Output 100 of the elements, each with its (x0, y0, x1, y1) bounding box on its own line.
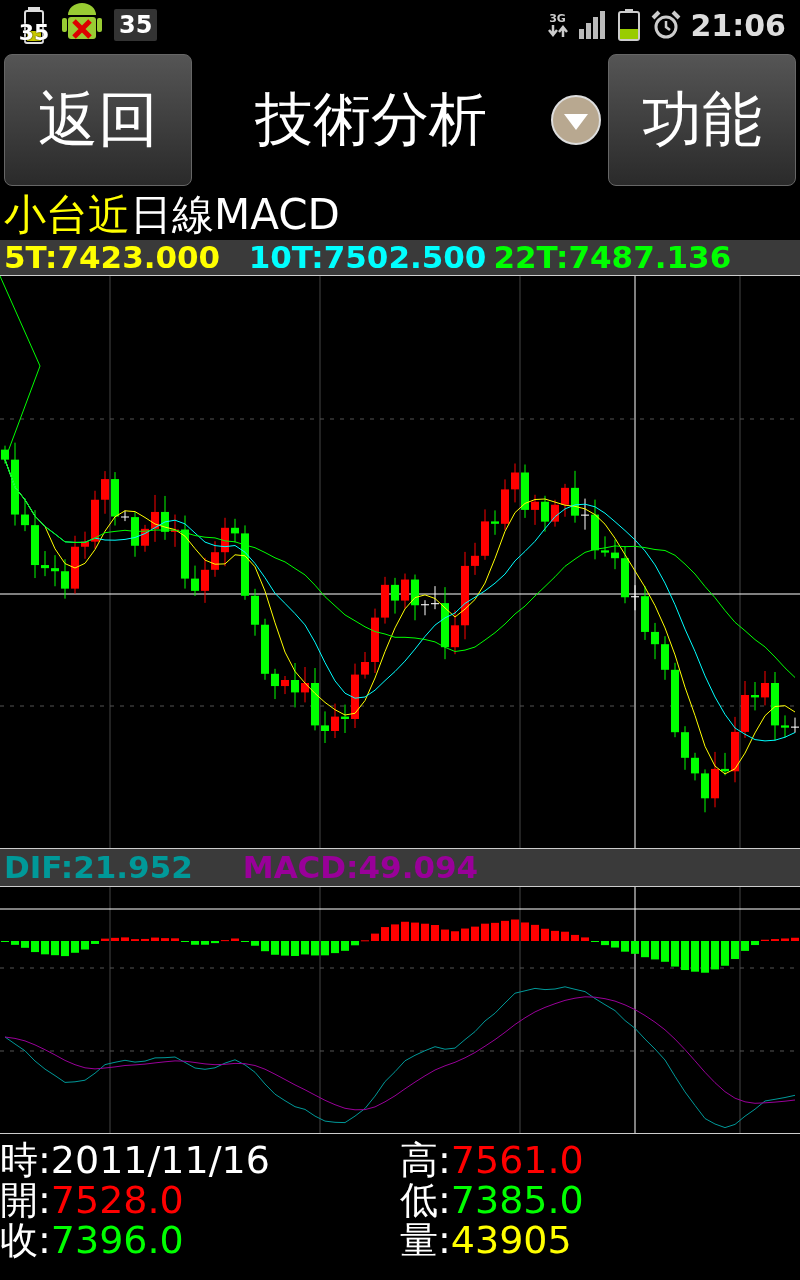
candlestick (161, 495, 169, 541)
candlestick (301, 666, 309, 703)
back-button[interactable]: 返回 (4, 54, 192, 186)
histogram-bar (381, 927, 389, 941)
candlestick (71, 535, 79, 595)
histogram-bar (31, 941, 39, 953)
candlestick (291, 662, 299, 708)
candlestick (121, 510, 129, 522)
histogram-bar (571, 934, 579, 941)
quote-field-value: 7528.0 (50, 1180, 184, 1220)
candlestick (201, 557, 209, 604)
candlestick (521, 464, 529, 519)
histogram-bar (201, 941, 209, 945)
histogram-bar (451, 931, 459, 941)
moving-average-value: 5T:7423.000 (4, 242, 221, 273)
histogram-bar (741, 941, 749, 951)
candlestick (751, 681, 759, 711)
histogram-bar (621, 941, 629, 952)
candlestick (251, 588, 259, 637)
candlestick (491, 509, 499, 536)
histogram-bar (71, 941, 79, 953)
histogram-bar (661, 941, 669, 962)
histogram-bar (781, 938, 789, 941)
candlestick (231, 518, 239, 543)
candlestick (171, 514, 179, 548)
candlestick (31, 509, 39, 579)
candlestick (111, 471, 119, 526)
candlestick (661, 635, 669, 681)
candlestick (551, 499, 559, 528)
quote-field-label: 量: (400, 1220, 451, 1260)
function-button[interactable]: 功能 (608, 54, 796, 186)
histogram-bar (261, 941, 269, 952)
data-arrows-icon (546, 25, 569, 37)
histogram-bar (41, 941, 49, 955)
dropdown-icon[interactable] (550, 94, 602, 146)
quote-field-value: 2011/11/16 (50, 1140, 270, 1180)
histogram-bar (51, 941, 59, 956)
candlestick (731, 716, 739, 783)
candlestick (581, 498, 589, 531)
histogram-bar (11, 941, 19, 945)
network-type-text: 3G (549, 13, 566, 25)
histogram-bar (651, 941, 659, 960)
candlestick (531, 494, 539, 526)
quote-field-value: 7396.0 (50, 1220, 184, 1260)
histogram-bar (561, 931, 569, 941)
candlestick (221, 517, 229, 567)
histogram-bar (681, 941, 689, 971)
histogram-bar (491, 922, 499, 941)
candlestick (191, 565, 199, 597)
candlestick (591, 499, 599, 560)
candlestick (561, 483, 569, 518)
histogram-bar (581, 937, 589, 941)
histogram-bar (691, 941, 699, 972)
histogram-bar (171, 938, 179, 941)
candlestick (1, 445, 9, 465)
candlestick (321, 710, 329, 744)
signal-strength-icon (578, 11, 607, 39)
histogram-bar (111, 937, 119, 941)
candlestick (621, 545, 629, 604)
histogram-bar (441, 929, 449, 941)
candlestick (351, 663, 359, 729)
histogram-bar (281, 941, 289, 956)
candlestick (481, 508, 489, 561)
candlestick (691, 752, 699, 781)
histogram-bar (81, 941, 89, 950)
candlestick (141, 524, 149, 553)
histogram-bar (231, 938, 239, 941)
histogram-bar (101, 938, 109, 941)
candlestick (51, 554, 59, 587)
histogram-bar (341, 941, 349, 951)
candlestick (371, 608, 379, 674)
histogram-bar (791, 937, 799, 941)
quote-field-value: 43905 (450, 1220, 572, 1260)
candlestick (651, 622, 659, 660)
candlestick (271, 668, 279, 700)
candlestick (501, 478, 509, 531)
histogram-bar (351, 941, 359, 946)
quote-field-label: 時: (0, 1140, 51, 1180)
candlestick (361, 651, 369, 680)
candlestick (741, 680, 749, 739)
histogram-bar (501, 920, 509, 941)
battery-percent-text: 35 (18, 20, 50, 45)
histogram-bar (701, 941, 709, 973)
candlestick (41, 550, 49, 577)
histogram-bar (21, 941, 29, 948)
candlestick (641, 585, 649, 641)
histogram-bar (311, 941, 319, 956)
histogram-bar (411, 922, 419, 941)
histogram-bar (601, 941, 609, 946)
candlestick (611, 539, 619, 570)
candlestick (781, 714, 789, 739)
candlestick (311, 667, 319, 731)
candlestick (541, 495, 549, 533)
histogram-bar (321, 941, 329, 956)
candlestick (21, 498, 29, 532)
symbol-name: 小台近 (4, 190, 130, 240)
histogram-bar (371, 933, 379, 941)
histogram-bar (461, 928, 469, 941)
histogram-bar (671, 941, 679, 967)
quote-field-label: 高: (400, 1140, 451, 1180)
